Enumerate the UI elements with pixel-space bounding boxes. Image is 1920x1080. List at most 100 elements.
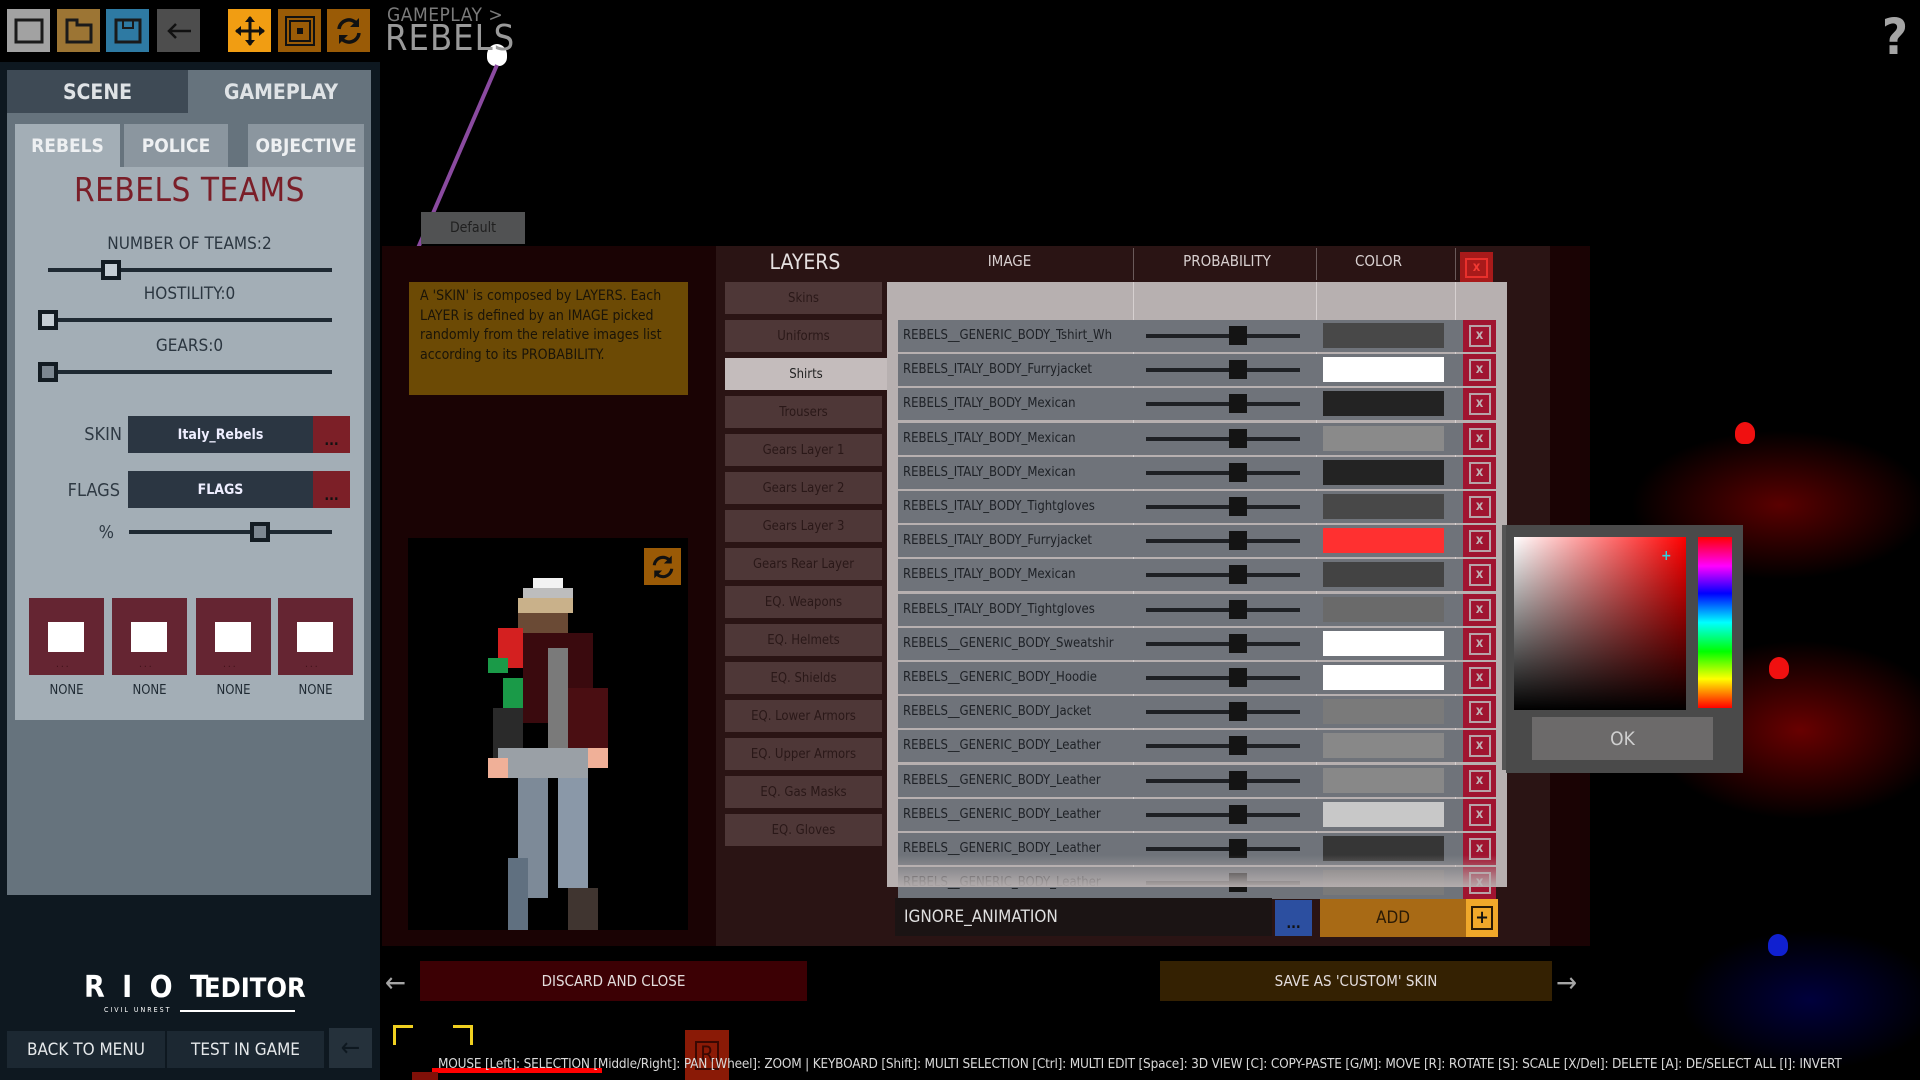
probability-slider[interactable] [1146,710,1300,715]
flag-slot[interactable]: ... [196,598,271,675]
probability-slider-thumb[interactable] [1229,531,1248,551]
flags-field[interactable]: FLAGS [128,471,313,508]
color-swatch[interactable] [1323,528,1444,554]
probability-slider[interactable] [1146,505,1300,509]
color-swatch[interactable] [1323,630,1444,656]
table-row[interactable]: REBELS__GENERIC_BODY_Leather [898,764,1465,797]
red-lightbulb-icon[interactable] [1735,422,1755,444]
table-row[interactable]: REBELS_ITALY_BODY_Mexican [898,559,1465,592]
table-row[interactable]: REBELS__GENERIC_BODY_Hoodie [898,662,1465,694]
tab-police[interactable]: POLICE [124,124,228,167]
table-row[interactable]: REBELS__GENERIC_BODY_Tshirt_Wh [898,320,1465,352]
probability-slider[interactable] [1146,334,1300,338]
table-row[interactable]: REBELS_ITALY_BODY_Furryjacket [898,525,1465,558]
prev-arrow-icon[interactable]: ← [385,966,406,999]
probability-slider[interactable] [1146,402,1300,407]
probability-slider[interactable] [1146,676,1300,680]
skin-more-button[interactable]: ... [313,416,350,453]
gears-slider[interactable] [38,370,332,374]
delete-row-button[interactable]: x [1463,456,1496,489]
probability-slider-thumb[interactable] [1229,804,1248,824]
delete-row-button[interactable]: x [1463,627,1496,660]
number-of-teams-slider-thumb[interactable] [100,260,121,280]
layer-item[interactable]: EQ. Upper Armors [725,738,882,770]
number-of-teams-slider[interactable] [48,268,332,272]
table-row[interactable]: REBELS_ITALY_BODY_Furryjacket [898,354,1465,387]
layer-item[interactable]: Shirts [725,358,887,390]
probability-slider[interactable] [1146,436,1300,441]
layer-item[interactable]: Gears Rear Layer [725,548,882,580]
back-button[interactable] [157,9,200,52]
probability-slider[interactable] [1146,744,1300,749]
probability-slider-thumb[interactable] [1229,462,1248,482]
delete-row-button[interactable]: x [1463,696,1496,729]
probability-slider-thumb[interactable] [1229,394,1248,414]
probability-slider-thumb[interactable] [1229,770,1248,790]
probability-slider-thumb[interactable] [1229,668,1248,687]
color-ok-button[interactable]: OK [1532,717,1713,760]
probability-slider-thumb[interactable] [1229,633,1248,653]
randomize-preview-button[interactable] [644,548,681,585]
color-cursor-icon[interactable]: + [1661,548,1672,564]
layer-item[interactable]: EQ. Shields [725,662,882,694]
hue-slider[interactable] [1698,537,1732,708]
help-button[interactable]: ? [1882,8,1908,66]
color-swatch[interactable] [1323,699,1444,725]
layer-item[interactable]: Skins [725,282,882,314]
collapse-panel-button[interactable]: ← [329,1028,372,1068]
layer-item[interactable]: Uniforms [725,320,882,352]
color-swatch[interactable] [1323,494,1444,519]
tab-scene[interactable]: SCENE [7,70,188,113]
delete-row-button[interactable]: x [1463,730,1496,763]
layer-item[interactable]: EQ. Lower Armors [725,700,882,732]
delete-row-button[interactable]: x [1463,422,1496,455]
hostility-slider-thumb[interactable] [38,310,58,330]
scene-marker[interactable]: R [685,1030,729,1080]
delete-row-button[interactable]: x [1463,559,1496,592]
color-swatch[interactable] [1323,562,1444,588]
probability-slider[interactable] [1146,368,1300,373]
gears-slider-thumb[interactable] [38,362,58,382]
layer-item[interactable]: EQ. Gloves [725,814,882,846]
test-in-game-button[interactable]: TEST IN GAME [167,1031,324,1068]
table-row[interactable]: REBELS_ITALY_BODY_Tightgloves [898,593,1465,626]
color-swatch[interactable] [1323,391,1444,417]
color-swatch[interactable] [1323,323,1444,348]
flag-slot[interactable]: ... [278,598,353,675]
layer-item[interactable]: Gears Layer 2 [725,472,882,504]
discard-and-close-button[interactable]: DISCARD AND CLOSE [420,961,807,1001]
probability-slider[interactable] [1146,470,1300,475]
delete-row-button[interactable]: x [1463,354,1496,387]
delete-row-button[interactable]: x [1463,764,1496,797]
color-swatch[interactable] [1323,357,1444,383]
table-row[interactable]: REBELS_ITALY_BODY_Mexican [898,422,1465,455]
delete-row-button[interactable]: x [1463,662,1496,694]
layer-item[interactable]: Gears Layer 1 [725,434,882,466]
tab-gameplay[interactable]: GAMEPLAY [191,70,371,113]
table-row[interactable]: REBELS_ITALY_BODY_Mexican [898,388,1465,421]
flag-slot[interactable]: ... [29,598,104,675]
probability-slider-thumb[interactable] [1229,565,1248,585]
layer-item[interactable]: Gears Layer 3 [725,510,882,542]
table-row[interactable]: REBELS__GENERIC_BODY_Leather [898,798,1465,831]
save-button[interactable] [106,9,149,52]
move-tool-button[interactable] [228,9,271,52]
probability-slider-thumb[interactable] [1229,360,1248,380]
layer-item[interactable]: EQ. Weapons [725,586,882,618]
probability-slider[interactable] [1146,847,1300,851]
delete-row-button[interactable]: x [1463,388,1496,421]
add-image-button[interactable]: ADD [1320,899,1466,937]
color-swatch[interactable] [1323,596,1444,622]
probability-slider-thumb[interactable] [1229,428,1248,448]
probability-slider[interactable] [1146,539,1300,544]
probability-slider-thumb[interactable] [1229,497,1248,516]
tab-rebels[interactable]: REBELS [15,124,120,167]
table-row[interactable]: REBELS_ITALY_BODY_Tightgloves [898,491,1465,523]
ignore-animation-field[interactable]: IGNORE_ANIMATION [895,898,1272,936]
table-row[interactable]: REBELS__GENERIC_BODY_Leather [898,730,1465,763]
probability-slider[interactable] [1146,812,1300,817]
back-to-menu-button[interactable]: BACK TO MENU [7,1031,165,1068]
table-row[interactable]: REBELS__GENERIC_BODY_Jacket [898,696,1465,729]
probability-slider-thumb[interactable] [1229,599,1248,619]
flag-slot[interactable]: ... [112,598,187,675]
